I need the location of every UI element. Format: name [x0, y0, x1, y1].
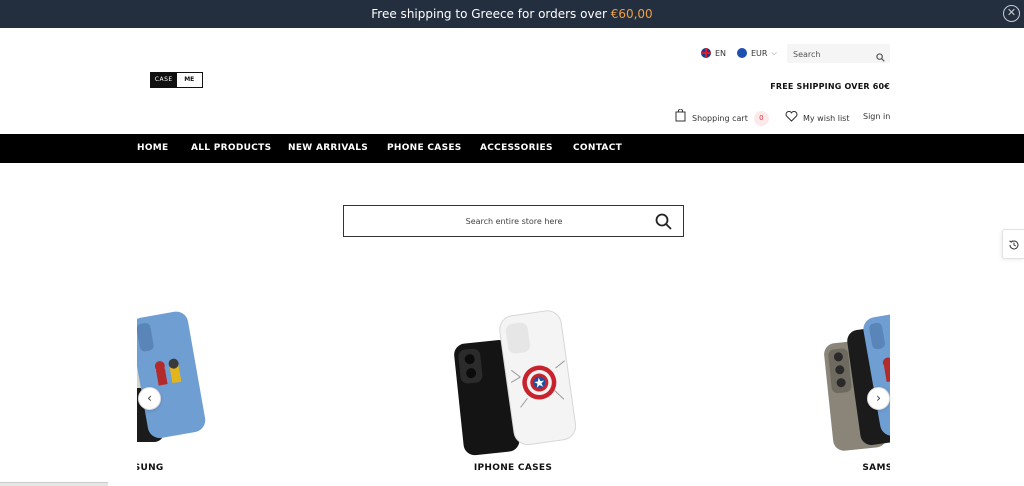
header-search-input[interactable] — [787, 45, 871, 64]
chevron-left-icon[interactable]: ‹ — [138, 387, 161, 410]
wishlist-label: My wish list — [803, 113, 850, 123]
chevron-right-icon[interactable]: › — [867, 387, 890, 410]
wishlist-link[interactable]: My wish list — [785, 109, 849, 127]
site-logo[interactable]: CASE ME — [150, 72, 203, 88]
history-icon — [1009, 240, 1019, 250]
announcement-text: Free shipping to Greece for orders over — [371, 7, 611, 21]
category-label: SAMSUNG — [137, 463, 164, 473]
shopping-cart-label: Shopping cart — [692, 113, 748, 123]
store-search — [343, 205, 684, 237]
category-label: SAMSUNG — [862, 463, 890, 473]
announcement-amount: €60,00 — [610, 7, 653, 21]
currency-selector[interactable]: EUR ⌵ — [737, 48, 777, 58]
nav-item-home[interactable]: HOME — [137, 134, 169, 163]
cart-count-badge: 0 — [753, 110, 769, 126]
nav-item-accessories[interactable]: ACCESSORIES — [480, 134, 553, 163]
phone-case-image — [824, 311, 890, 451]
nav-item-phone-cases[interactable]: PHONE CASES — [387, 134, 462, 163]
shopping-cart-link[interactable]: Shopping cart 0 — [675, 108, 769, 127]
phone-case-image — [454, 310, 577, 456]
sign-in-link[interactable]: Sign in — [863, 112, 890, 121]
currency-label: EUR — [751, 48, 768, 58]
search-icon[interactable] — [655, 213, 672, 235]
eu-flag-icon — [737, 48, 747, 58]
browser-status-bar — [0, 482, 108, 486]
category-slide[interactable]: IPHONE CASES — [433, 300, 593, 486]
recently-viewed-tab[interactable] — [1002, 229, 1024, 259]
announcement-bar: Free shipping to Greece for orders over … — [0, 0, 1024, 28]
category-carousel: SAMSUNG IPHONE CASES — [137, 300, 890, 486]
main-navigation: HOME ALL PRODUCTS NEW ARRIVALS PHONE CAS… — [0, 134, 1024, 163]
phone-case-image — [137, 311, 206, 442]
shopping-bag-icon — [675, 108, 686, 127]
language-label: EN — [715, 48, 727, 58]
heart-icon — [785, 109, 798, 127]
store-search-input[interactable] — [344, 206, 644, 236]
header-search — [787, 44, 890, 64]
logo-part-left: CASE — [151, 73, 177, 87]
uk-flag-icon — [701, 48, 711, 58]
free-shipping-note: FREE SHIPPING OVER 60€ — [770, 82, 890, 91]
nav-item-all-products[interactable]: ALL PRODUCTS — [191, 134, 271, 163]
close-icon[interactable]: ✕ — [1003, 5, 1020, 22]
category-label: IPHONE CASES — [473, 463, 553, 473]
nav-item-new-arrivals[interactable]: NEW ARRIVALS — [288, 134, 368, 163]
nav-item-contact[interactable]: CONTACT — [573, 134, 622, 163]
logo-part-right: ME — [176, 73, 202, 87]
language-selector[interactable]: EN — [701, 48, 726, 58]
chevron-down-icon: ⌵ — [771, 48, 777, 57]
search-icon[interactable] — [876, 49, 885, 67]
